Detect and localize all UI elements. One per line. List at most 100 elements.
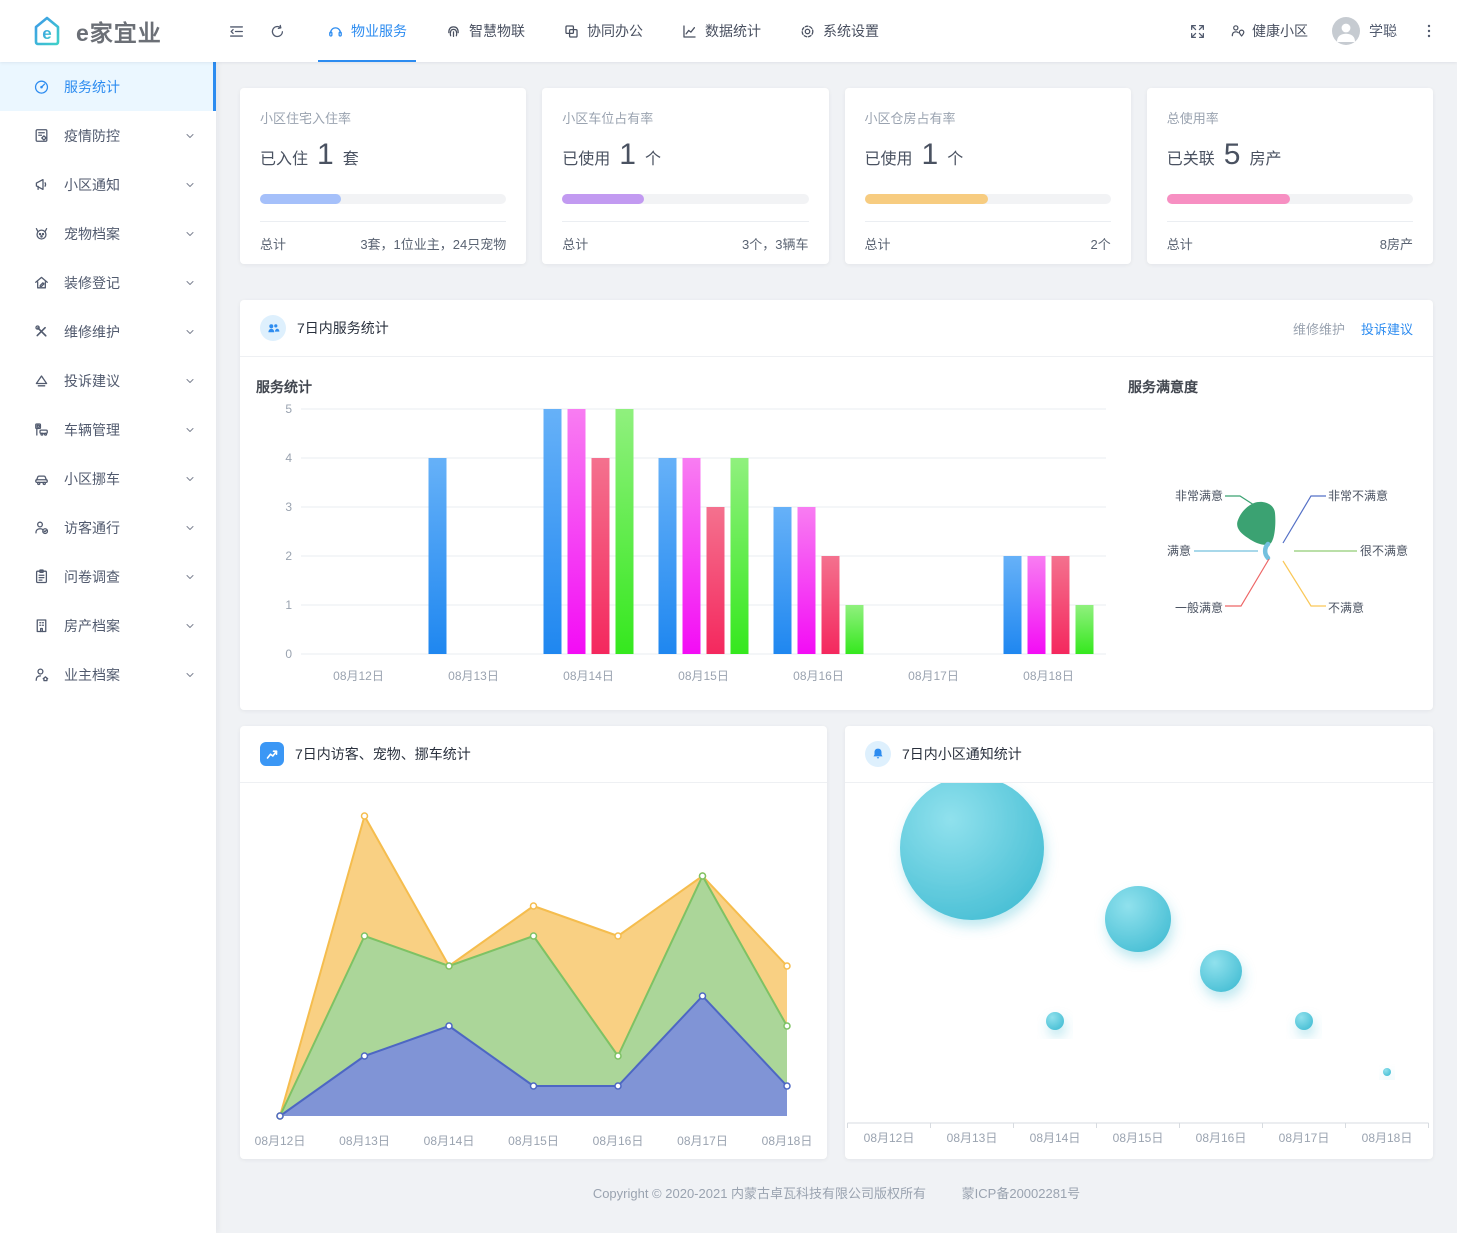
chevron-down-icon [184, 669, 196, 681]
total-value: 2个 [1090, 237, 1111, 252]
svg-text:08月14日: 08月14日 [1030, 1131, 1081, 1145]
sidebar-item-10[interactable]: 访客通行 [0, 503, 216, 552]
svg-text:08月15日: 08月15日 [1113, 1131, 1164, 1145]
bar-chart-title: 服务统计 [256, 379, 312, 395]
nav-tab-label: 物业服务 [351, 23, 407, 39]
visits-area-chart: 08月12日 08月13日 08月14日 08月15日 08月16日 08月17日 08月1… [240, 783, 827, 1159]
stat-cards-row: 小区住宅入住率已入住 1 套总计 3套，1位业主，24只宠物 小区车位占有率 已使用 1 个总… [240, 88, 1433, 264]
sidebar-collapse-icon[interactable] [216, 0, 257, 62]
stat-card-title: 小区住宅入住率 [260, 111, 352, 126]
total-value: 8房产 [1379, 237, 1413, 252]
sidebar-item-label: 疫情防控 [64, 127, 120, 144]
sidebar-item-11[interactable]: 问卷调查 [0, 552, 216, 601]
chart-toggle-2[interactable]: 投诉建议 [1361, 319, 1413, 338]
svg-text:08月16日: 08月16日 [793, 669, 844, 683]
sidebar-item-6[interactable]: 维修维护 [0, 307, 216, 356]
pie-chart-title: 服务满意度 [1128, 379, 1198, 395]
nav-tab-label: 智慧物联 [469, 23, 525, 39]
stat-card-value: 已关联 5 房产 [1166, 138, 1282, 171]
icp-text: 蒙ICP备20002281号 [961, 1186, 1081, 1201]
svg-text:一般满意: 一般满意 [1175, 600, 1223, 615]
sidebar-item-4[interactable]: 宠物档案 [0, 209, 216, 258]
total-label: 总计 [1166, 237, 1193, 252]
svg-text:08月13日: 08月13日 [947, 1131, 998, 1145]
community-name: 健康小区 [1252, 23, 1308, 39]
chart-toggle-1[interactable]: 维修维护 [1293, 319, 1345, 338]
service-chart-toggles: 维修维护 投诉建议 [1293, 319, 1413, 338]
svg-text:满意: 满意 [1167, 543, 1191, 558]
sidebar-item-label: 小区挪车 [64, 470, 120, 487]
user-menu[interactable]: 学聪 [1332, 17, 1397, 45]
svg-text:08月14日: 08月14日 [563, 669, 614, 683]
sidebar-item-13[interactable]: 业主档案 [0, 650, 216, 699]
nav-tab-5[interactable]: 系统设置 [780, 0, 898, 62]
sidebar-item-2[interactable]: 疫情防控 [0, 111, 216, 160]
svg-text:08月17日: 08月17日 [1279, 1131, 1330, 1145]
nav-tab-4[interactable]: 数据统计 [662, 0, 780, 62]
sidebar-item-8[interactable]: 车辆管理 [0, 405, 216, 454]
stat-card-value: 已使用 1 个 [864, 138, 964, 171]
svg-text:3: 3 [285, 500, 292, 514]
stats-icon [681, 23, 698, 40]
community-selector[interactable]: 健康小区 [1230, 21, 1308, 41]
total-label: 总计 [260, 237, 287, 252]
sidebar-item-label: 车辆管理 [64, 421, 120, 438]
svg-text:08月18日: 08月18日 [762, 1134, 813, 1148]
car-icon [33, 470, 50, 487]
svg-text:很不满意: 很不满意 [1360, 543, 1408, 558]
fullscreen-icon[interactable] [1189, 23, 1206, 40]
sidebar-item-3[interactable]: 小区通知 [0, 160, 216, 209]
sidebar-item-1[interactable]: 服务统计 [0, 62, 216, 111]
brand-logo[interactable]: e e家宜业 [0, 0, 216, 62]
nav-tab-2[interactable]: 智慧物联 [426, 0, 544, 62]
office-icon [563, 23, 580, 40]
stat-card-number: 1 [317, 138, 334, 171]
sidebar-item-label: 装修登记 [64, 274, 120, 291]
copyright-text: Copyright © 2020-2021 内蒙古卓瓦科技有限公司版权所有 [592, 1186, 927, 1201]
refresh-icon[interactable] [257, 0, 298, 62]
people-group-icon [260, 315, 286, 341]
svg-text:1: 1 [285, 598, 292, 612]
svg-text:08月14日: 08月14日 [424, 1134, 475, 1148]
stat-card-number: 5 [1223, 138, 1241, 171]
sidebar-item-label: 小区通知 [64, 176, 120, 193]
sidebar-item-label: 维修维护 [64, 323, 120, 340]
total-value: 3套，1位业主，24只宠物 [360, 237, 507, 252]
progress-bar [260, 194, 507, 204]
nav-tab-label: 系统设置 [823, 23, 879, 39]
total-label: 总计 [562, 237, 589, 252]
svg-text:5: 5 [285, 402, 292, 416]
svg-text:08月18日: 08月18日 [1362, 1131, 1413, 1145]
progress-bar [864, 194, 1111, 204]
more-menu-icon[interactable] [1421, 23, 1437, 39]
visits-card: 7日内访客、宠物、挪车统计 08月12日 08月13日 08月14日 08月15日 08… [240, 726, 827, 1159]
stat-card-number: 1 [921, 138, 939, 171]
total-label: 总计 [864, 237, 891, 252]
dashboard-icon [33, 78, 50, 95]
username: 学聪 [1369, 23, 1397, 39]
stat-card-value: 已入住 1 套 [260, 138, 359, 171]
nav-tab-1[interactable]: 物业服务 [308, 0, 426, 62]
chevron-down-icon [184, 473, 196, 485]
owner-icon [33, 666, 50, 683]
chevron-down-icon [184, 277, 196, 289]
sidebar-item-5[interactable]: 装修登记 [0, 258, 216, 307]
sidebar-item-9[interactable]: 小区挪车 [0, 454, 216, 503]
notice-bubble-chart: 08月12日 08月13日 08月14日 08月15日 08月16日 08月17日 08月1… [845, 776, 1433, 1159]
service-stats-card: 7日内服务统计 维修维护 投诉建议 服务统计 0 1 2 3 4 5 08月12日 08月13日… [240, 300, 1433, 710]
sidebar-item-label: 服务统计 [64, 78, 120, 95]
svg-text:08月17日: 08月17日 [677, 1134, 728, 1148]
svg-text:0: 0 [285, 647, 292, 661]
chevron-down-icon [184, 326, 196, 338]
sidebar-item-7[interactable]: 投诉建议 [0, 356, 216, 405]
sidebar-item-12[interactable]: 房产档案 [0, 601, 216, 650]
stat-card-2: 小区车位占有率 已使用 1 个总计 3个，3辆车 [542, 88, 829, 264]
complaint-icon [33, 372, 50, 389]
nav-tab-3[interactable]: 协同办公 [544, 0, 662, 62]
megaphone-icon [33, 176, 50, 193]
svg-text:非常满意: 非常满意 [1175, 488, 1223, 503]
footer: Copyright © 2020-2021 内蒙古卓瓦科技有限公司版权所有 蒙I… [240, 1183, 1433, 1202]
sidebar-item-label: 问卷调查 [64, 568, 120, 585]
sidebar-item-label: 宠物档案 [64, 225, 120, 242]
sidebar-item-label: 访客通行 [64, 519, 120, 536]
